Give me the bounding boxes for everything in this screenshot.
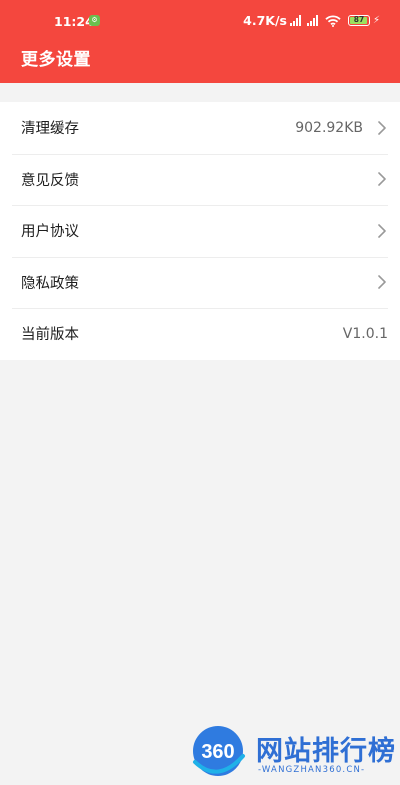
signal-icon [289,15,301,26]
watermark-title: 网站排行榜 [256,736,396,767]
version-value: V1.0.1 [342,325,388,342]
network-speed: 4.7K/s [243,13,287,28]
chevron-right-icon [378,172,386,187]
watermark-logo: 360 [187,722,249,780]
app-header: 11:24 ⚙ 4.7K/s 87 ⚡ 更多设置 [0,0,400,83]
charging-icon: ⚡ [372,15,380,26]
settings-item-label: 清理缓存 [21,121,79,138]
watermark: 360 网站排行榜 -WANGZHAN360.CN- [187,722,397,782]
watermark-subtitle: -WANGZHAN360.CN- [258,765,366,775]
settings-item-label: 用户协议 [21,224,79,241]
page-title: 更多设置 [21,50,91,70]
settings-item-label: 隐私政策 [21,275,79,292]
chevron-right-icon [378,275,386,290]
app-notification-icon: ⚙ [89,15,100,26]
chevron-right-icon [378,120,386,135]
settings-item-privacy-policy[interactable]: 隐私政策 [0,256,400,309]
watermark-logo-text: 360 [201,741,234,763]
battery-icon: 87 [347,15,370,26]
battery-level: 87 [353,15,365,24]
settings-list: 清理缓存 902.92KB 意见反馈 用户协议 隐私政策 当前版本 V1.0.1 [0,102,400,360]
status-time: 11:24 [54,14,94,29]
status-indicators: 4.7K/s 87 ⚡ [243,13,380,28]
settings-item-label: 当前版本 [21,327,79,344]
wifi-icon [325,14,341,27]
settings-item-label: 意见反馈 [21,172,79,189]
settings-item-current-version: 当前版本 V1.0.1 [0,308,400,360]
chevron-right-icon [378,223,386,238]
settings-item-user-agreement[interactable]: 用户协议 [0,205,400,257]
settings-item-clear-cache[interactable]: 清理缓存 902.92KB [0,102,400,154]
settings-item-feedback[interactable]: 意见反馈 [0,153,400,206]
status-bar: 11:24 ⚙ 4.7K/s 87 ⚡ [0,0,400,44]
cache-size-value: 902.92KB [295,119,363,136]
signal-icon [306,15,318,26]
